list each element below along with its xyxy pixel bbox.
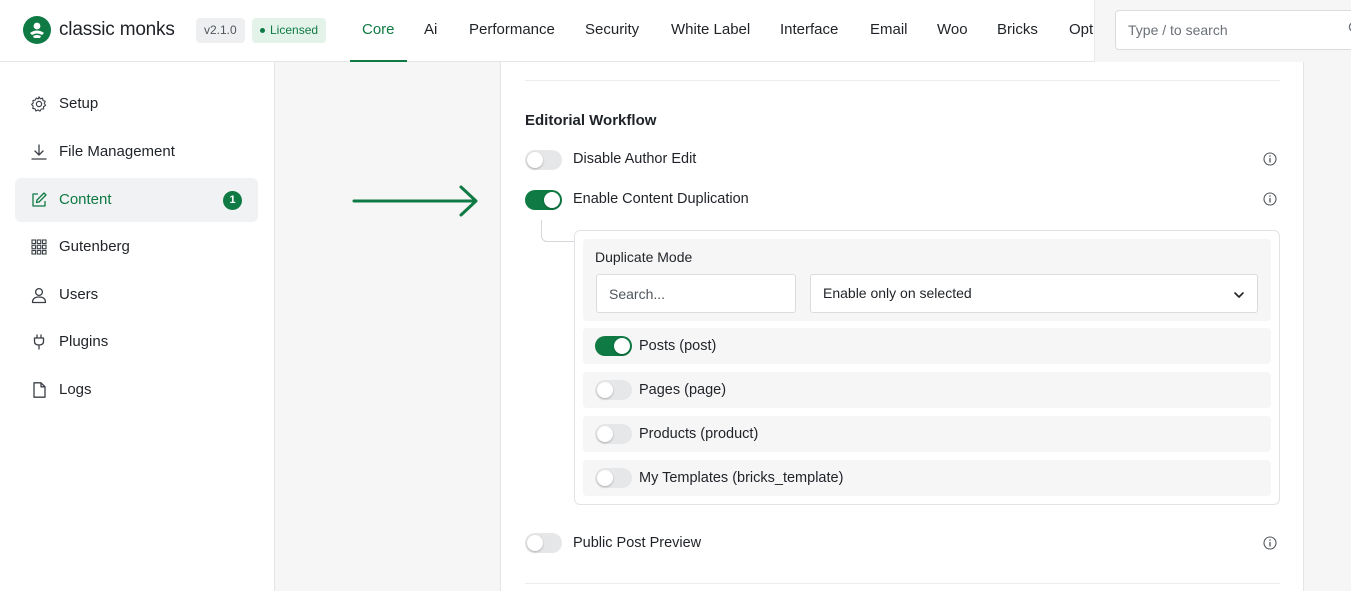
main-nav: Core Ai Performance Security White Label… bbox=[0, 0, 1094, 62]
tab-ai[interactable]: Ai bbox=[424, 0, 437, 62]
divider bbox=[525, 583, 1280, 584]
file-icon bbox=[30, 381, 48, 399]
arrow-right-icon bbox=[352, 184, 482, 218]
tree-connector bbox=[541, 220, 575, 242]
chevron-down-icon bbox=[1233, 288, 1245, 300]
sidebar: Setup File Management Content 1 Gutenber… bbox=[0, 62, 275, 591]
duplicate-mode-group: Duplicate Mode Enable only on selected bbox=[583, 239, 1271, 321]
top-bar: classic monks v2.1.0 Licensed Core Ai Pe… bbox=[0, 0, 1351, 62]
post-type-search-field[interactable] bbox=[596, 274, 796, 313]
sidebar-item-content[interactable]: Content 1 bbox=[15, 178, 258, 222]
tab-bricks[interactable]: Bricks bbox=[997, 0, 1038, 62]
duplicate-mode-label: Duplicate Mode bbox=[595, 249, 693, 265]
user-icon bbox=[30, 286, 48, 304]
right-gutter bbox=[1304, 62, 1351, 591]
post-type-label: Pages (page) bbox=[639, 382, 727, 398]
tab-email[interactable]: Email bbox=[870, 0, 908, 62]
edit-icon bbox=[30, 191, 48, 209]
enable-content-duplication-label: Enable Content Duplication bbox=[573, 191, 749, 207]
tab-white-label[interactable]: White Label bbox=[671, 0, 750, 62]
post-type-label: Posts (post) bbox=[639, 338, 717, 354]
public-post-preview-label: Public Post Preview bbox=[573, 535, 702, 551]
sidebar-item-label: Gutenberg bbox=[59, 238, 130, 255]
info-icon[interactable] bbox=[1263, 152, 1277, 166]
gear-icon bbox=[30, 95, 48, 113]
sidebar-item-label: Logs bbox=[59, 381, 92, 398]
settings-card: Editorial Workflow Disable Author Edit E… bbox=[500, 62, 1304, 591]
tab-security[interactable]: Security bbox=[585, 0, 639, 62]
public-post-preview-toggle[interactable] bbox=[525, 533, 562, 553]
sidebar-item-plugins[interactable]: Plugins bbox=[15, 320, 258, 364]
sidebar-item-setup[interactable]: Setup bbox=[15, 82, 258, 126]
post-type-row-post: Posts (post) bbox=[583, 328, 1271, 364]
sidebar-item-label: Setup bbox=[59, 95, 99, 112]
search-panel bbox=[1094, 0, 1351, 62]
post-type-toggle-page[interactable] bbox=[595, 380, 632, 400]
tab-performance[interactable]: Performance bbox=[469, 0, 555, 62]
section-title: Editorial Workflow bbox=[525, 112, 657, 129]
sidebar-item-file-management[interactable]: File Management bbox=[15, 130, 258, 174]
enable-content-duplication-toggle[interactable] bbox=[525, 190, 562, 210]
post-type-toggle-bricks-template[interactable] bbox=[595, 468, 632, 488]
sidebar-item-label: Content bbox=[59, 191, 112, 208]
tab-options[interactable]: Opt bbox=[1069, 0, 1093, 62]
tab-woo[interactable]: Woo bbox=[937, 0, 968, 62]
disable-author-edit-toggle[interactable] bbox=[525, 150, 562, 170]
post-type-row-product: Products (product) bbox=[583, 416, 1271, 452]
sidebar-item-users[interactable]: Users bbox=[15, 273, 258, 317]
tab-interface[interactable]: Interface bbox=[780, 0, 838, 62]
duplication-options-panel: Duplicate Mode Enable only on selected P… bbox=[574, 230, 1280, 505]
sidebar-item-logs[interactable]: Logs bbox=[15, 368, 258, 412]
post-type-row-bricks-template: My Templates (bricks_template) bbox=[583, 460, 1271, 496]
sidebar-item-gutenberg[interactable]: Gutenberg bbox=[15, 225, 258, 269]
info-icon[interactable] bbox=[1263, 192, 1277, 206]
search-input[interactable] bbox=[1116, 11, 1351, 49]
sidebar-item-label: File Management bbox=[59, 143, 175, 160]
post-type-toggle-post[interactable] bbox=[595, 336, 632, 356]
download-icon bbox=[30, 143, 48, 161]
info-icon[interactable] bbox=[1263, 536, 1277, 550]
tab-core[interactable]: Core bbox=[350, 0, 406, 62]
sidebar-item-label: Plugins bbox=[59, 333, 109, 350]
grid-icon bbox=[30, 238, 48, 256]
post-type-row-page: Pages (page) bbox=[583, 372, 1271, 408]
post-type-label: Products (product) bbox=[639, 426, 759, 442]
duplicate-mode-value: Enable only on selected bbox=[823, 285, 972, 301]
disable-author-edit-label: Disable Author Edit bbox=[573, 151, 697, 167]
notification-count-badge: 1 bbox=[223, 191, 242, 210]
post-type-search-input[interactable] bbox=[597, 275, 795, 312]
divider bbox=[525, 80, 1280, 81]
plug-icon bbox=[30, 333, 48, 351]
sidebar-item-label: Users bbox=[59, 286, 99, 303]
global-search[interactable] bbox=[1115, 10, 1351, 50]
post-type-toggle-product[interactable] bbox=[595, 424, 632, 444]
post-type-label: My Templates (bricks_template) bbox=[639, 470, 844, 486]
duplicate-mode-select[interactable]: Enable only on selected bbox=[810, 274, 1258, 313]
